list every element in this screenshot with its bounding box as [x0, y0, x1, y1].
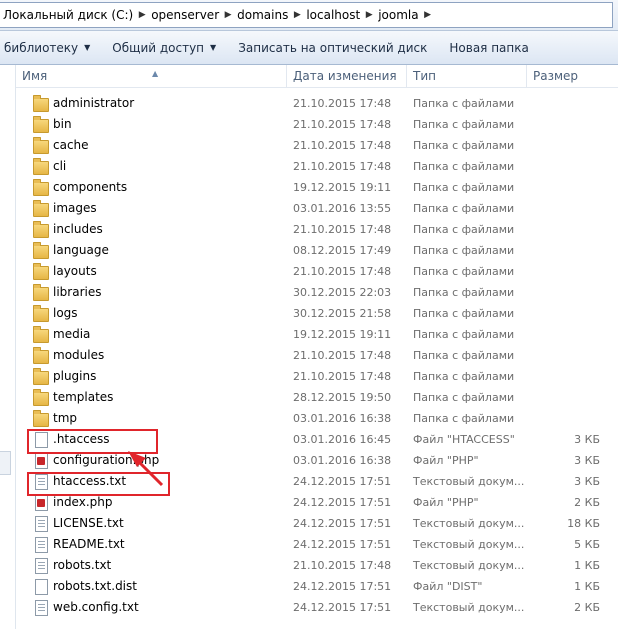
annotation-arrow-icon — [128, 451, 164, 487]
